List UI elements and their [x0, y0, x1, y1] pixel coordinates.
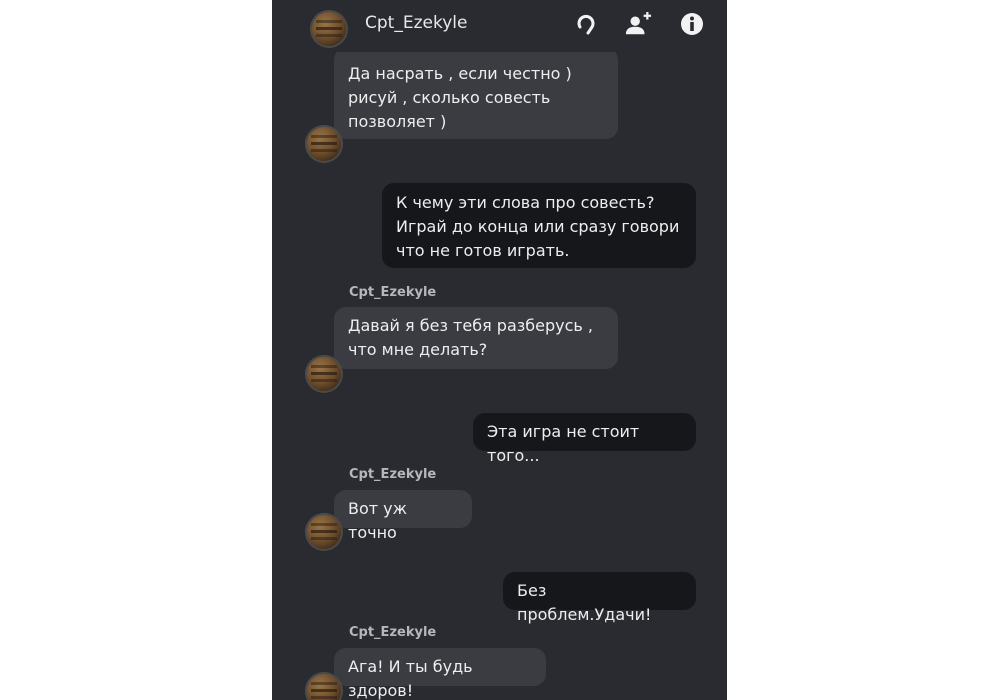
- message-bubble-incoming[interactable]: Да насрать , если честно ) рисуй , сколь…: [334, 48, 618, 139]
- message-bubble-outgoing[interactable]: Без проблем.Удачи!: [503, 572, 696, 624]
- chat-header: Cpt_Ezekyle: [272, 0, 727, 52]
- contact-name[interactable]: Cpt_Ezekyle: [365, 13, 467, 33]
- message-bubble-incoming[interactable]: Ага! И ты будь здоров!: [334, 648, 546, 700]
- chat-screen: Cpt_Ezekyle Да насрать , если честно) р…: [272, 0, 727, 700]
- sender-name: Cpt_Ezekyle: [349, 285, 437, 300]
- message-bubble-incoming[interactable]: Давай я без тебя разберусь , что мне дел…: [334, 307, 618, 369]
- message-bubble-outgoing[interactable]: Эта игра не стоит того...: [473, 413, 696, 465]
- message-bubble-outgoing[interactable]: К чему эти слова про совесть? Играй до к…: [382, 183, 696, 268]
- sender-avatar[interactable]: [305, 125, 343, 163]
- sender-name: Cpt_Ezekyle: [349, 467, 437, 482]
- add-user-icon[interactable]: [624, 10, 652, 38]
- sender-avatar[interactable]: [305, 513, 343, 551]
- message-bubble-incoming[interactable]: Вот уж точно: [334, 490, 472, 542]
- sender-avatar[interactable]: [305, 355, 343, 393]
- contact-avatar[interactable]: [310, 10, 348, 48]
- headset-icon[interactable]: [572, 10, 600, 38]
- info-icon[interactable]: [678, 10, 706, 38]
- sender-name: Cpt_Ezekyle: [349, 625, 437, 640]
